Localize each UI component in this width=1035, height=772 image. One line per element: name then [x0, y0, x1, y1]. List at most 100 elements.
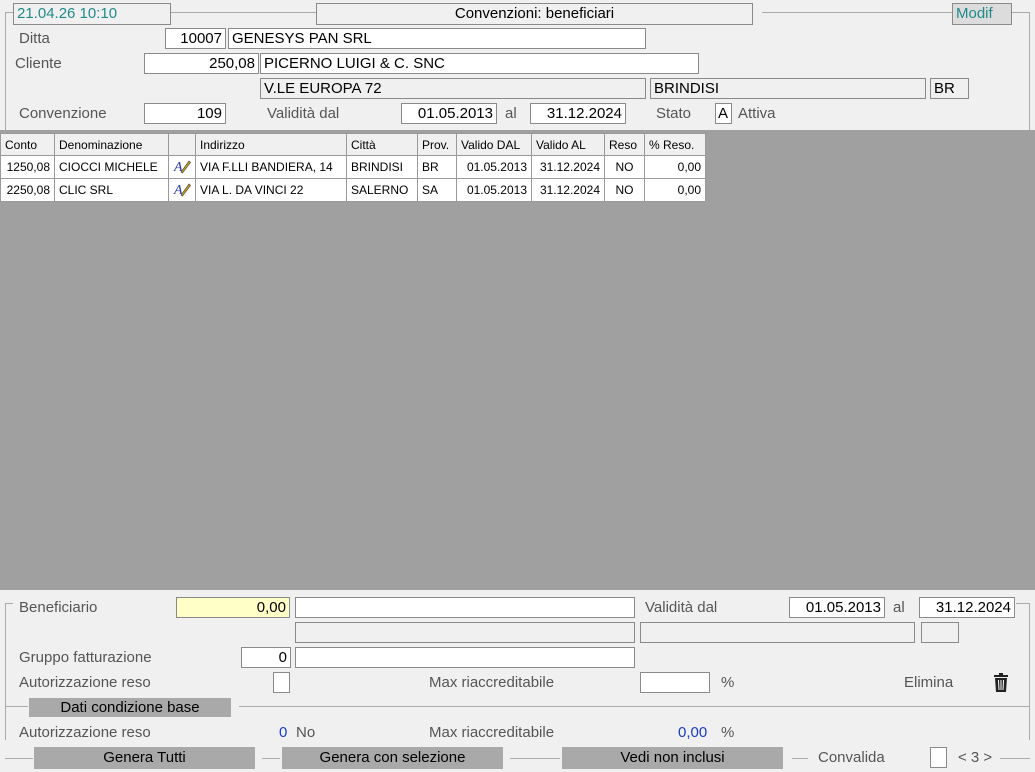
cliente-name-field: PICERNO LUIGI & C. SNC — [260, 53, 699, 74]
frame-line — [5, 12, 6, 130]
autorizzazione-label: Autorizzazione reso — [19, 674, 151, 691]
beneficiari-table: Conto Denominazione Indirizzo Città Prov… — [0, 133, 706, 202]
frame-line — [239, 706, 1030, 707]
validita-to-label: al — [893, 599, 905, 616]
status-label: Stato — [656, 105, 692, 122]
cell-indirizzo: VIA L. DA VINCI 22 — [195, 178, 347, 202]
mode-indicator: Modif — [952, 3, 1012, 25]
base-max-label: Max riaccreditabile — [429, 724, 555, 741]
frame-line — [5, 12, 13, 13]
convenzione-number-field[interactable]: 109 — [144, 103, 226, 124]
cell-conto: 1250,08 — [0, 155, 55, 179]
frame-line — [1012, 12, 1030, 13]
table-header-row: Conto Denominazione Indirizzo Città Prov… — [0, 133, 706, 156]
validity-to-label: al — [505, 105, 517, 122]
frame-line — [1029, 603, 1030, 740]
frame-line — [1029, 12, 1030, 130]
svg-text:A: A — [173, 183, 183, 198]
cliente-address-field: V.LE EUROPA 72 — [260, 78, 646, 99]
table-row[interactable]: 2250,08 CLIC SRL A VIA L. DA VINCI 22 SA… — [0, 178, 706, 202]
frame-line — [5, 603, 13, 604]
frame-line — [5, 706, 28, 707]
window-title: Convenzioni: beneficiari — [316, 3, 753, 25]
cell-reso: NO — [604, 178, 645, 202]
cliente-province-field: BR — [930, 78, 969, 99]
frame-line — [171, 12, 316, 13]
frame-line — [5, 758, 33, 759]
table-row[interactable]: 1250,08 CIOCCI MICHELE A VIA F.LLI BANDI… — [0, 155, 706, 179]
max-riaccreditabile-field[interactable] — [640, 672, 710, 693]
gruppo-name-field[interactable] — [295, 647, 635, 668]
cliente-city-field: BRINDISI — [650, 78, 926, 99]
percent-sign: % — [721, 674, 735, 691]
ditta-name-field: GENESYS PAN SRL — [228, 28, 646, 49]
validity-to-field[interactable]: 31.12.2024 — [530, 103, 626, 124]
validita-to-field[interactable]: 31.12.2024 — [919, 597, 1015, 618]
cell-valido-al: 31.12.2024 — [531, 155, 605, 179]
vedi-non-inclusi-button[interactable]: Vedi non inclusi — [562, 747, 783, 769]
beneficiario-city-field — [640, 622, 915, 643]
frame-line — [1016, 603, 1030, 604]
base-max-value: 0,00 — [678, 724, 708, 741]
cliente-code-field[interactable]: 250,08 — [144, 53, 259, 74]
gruppo-code-field[interactable]: 0 — [241, 647, 291, 668]
validita-label: Validità dal — [645, 599, 718, 616]
page-navigator[interactable]: < 3 > — [958, 749, 992, 766]
ditta-label: Ditta — [19, 30, 50, 47]
cell-valido-al: 31.12.2024 — [531, 178, 605, 202]
convenzione-label: Convenzione — [19, 105, 107, 122]
trash-icon[interactable] — [992, 673, 1010, 693]
frame-line — [262, 758, 280, 759]
col-valido-dal[interactable]: Valido DAL — [456, 133, 532, 156]
beneficiario-code-field[interactable]: 0,00 — [176, 597, 290, 618]
genera-con-selezione-button[interactable]: Genera con selezione — [282, 747, 503, 769]
cell-prov: BR — [417, 155, 457, 179]
validity-from-field[interactable]: 01.05.2013 — [401, 103, 497, 124]
col-citta[interactable]: Città — [346, 133, 418, 156]
col-reso[interactable]: Reso — [604, 133, 645, 156]
beneficiario-province-field — [921, 622, 959, 643]
cell-citta: BRINDISI — [346, 155, 418, 179]
beneficiario-address-field — [295, 622, 635, 643]
cell-prov: SA — [417, 178, 457, 202]
base-percent-sign: % — [721, 724, 735, 741]
cell-conto: 2250,08 — [0, 178, 55, 202]
frame-line — [792, 758, 808, 759]
timestamp: 21.04.26 10:10 — [13, 3, 171, 25]
cliente-label: Cliente — [15, 55, 62, 72]
cell-denominazione: CLIC SRL — [54, 178, 169, 202]
cell-denominazione: CIOCCI MICHELE — [54, 155, 169, 179]
col-perc-reso[interactable]: % Reso. — [644, 133, 706, 156]
status-code-field[interactable]: A — [715, 103, 732, 124]
col-prov[interactable]: Prov. — [417, 133, 457, 156]
gruppo-label: Gruppo fatturazione — [19, 649, 152, 666]
col-valido-al[interactable]: Valido AL — [531, 133, 605, 156]
frame-line — [5, 603, 6, 740]
convalida-label: Convalida — [818, 749, 885, 766]
base-autorizzazione-value: 0 — [279, 724, 288, 741]
col-icon — [168, 133, 196, 156]
frame-line — [1000, 758, 1030, 759]
frame-line — [762, 12, 952, 13]
autorizzazione-checkbox[interactable] — [273, 672, 290, 693]
col-indirizzo[interactable]: Indirizzo — [195, 133, 347, 156]
cell-valido-dal: 01.05.2013 — [456, 155, 532, 179]
col-conto[interactable]: Conto — [0, 133, 55, 156]
base-autorizzazione-label: Autorizzazione reso — [19, 724, 151, 741]
frame-line — [510, 758, 560, 759]
max-label: Max riaccreditabile — [429, 674, 555, 691]
genera-tutti-button[interactable]: Genera Tutti — [34, 747, 255, 769]
cell-citta: SALERNO — [346, 178, 418, 202]
col-denominazione[interactable]: Denominazione — [54, 133, 169, 156]
edit-text-icon[interactable]: A — [168, 155, 196, 179]
validita-from-field[interactable]: 01.05.2013 — [789, 597, 885, 618]
elimina-label: Elimina — [904, 674, 954, 691]
cell-perc-reso: 0,00 — [644, 178, 706, 202]
edit-text-icon[interactable]: A — [168, 178, 196, 202]
beneficiario-name-field[interactable] — [295, 597, 635, 618]
dati-condizione-base-header: Dati condizione base — [29, 698, 231, 717]
ditta-code-field[interactable]: 10007 — [165, 28, 226, 49]
base-autorizzazione-text: No — [296, 724, 316, 741]
beneficiario-label: Beneficiario — [19, 599, 98, 616]
convalida-checkbox[interactable] — [930, 747, 947, 768]
